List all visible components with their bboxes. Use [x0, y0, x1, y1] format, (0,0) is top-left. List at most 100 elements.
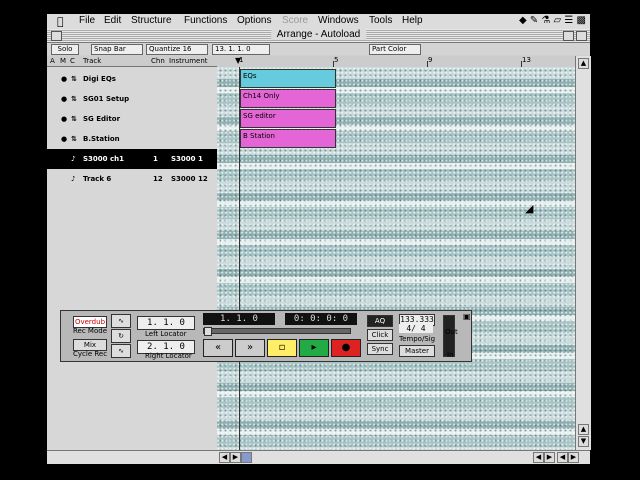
scroll-up-small-icon[interactable]: ▲ — [578, 424, 589, 435]
aq-button[interactable]: AQ — [367, 315, 393, 327]
midi-icon: ⇅ — [71, 75, 77, 83]
mute-dot-icon[interactable]: ● — [61, 135, 67, 143]
track-row[interactable]: ● ⇅ SG01 Setup — [47, 89, 217, 109]
track-instrument: S3000 1 — [171, 155, 203, 163]
scroll-left-icon[interactable]: ◀ — [219, 452, 230, 463]
apple-menu-icon[interactable]:  — [57, 15, 64, 28]
menu-score[interactable]: Score — [282, 15, 308, 26]
zoom-box-icon[interactable] — [563, 31, 574, 41]
fast-forward-button[interactable]: » — [235, 339, 265, 357]
tempo-sig-label: Tempo/Sig — [399, 335, 436, 343]
collapse-box-icon[interactable] — [576, 31, 587, 41]
quantize-select[interactable]: Quantize 16 — [146, 44, 208, 55]
menu-functions[interactable]: Functions — [184, 15, 227, 26]
menu-options[interactable]: Options — [237, 15, 271, 26]
arrange-area[interactable]: EQs Ch14 Only SG editor B Station — [217, 67, 575, 450]
track-name: Track 6 — [83, 175, 112, 183]
track-row-selected[interactable]: ♪ S3000 ch1 1 S3000 1 — [47, 149, 217, 169]
midi-icon: ⇅ — [71, 115, 77, 123]
track-list: ● ⇅ Digi EQs ● ⇅ SG01 Setup ● ⇅ SG Edito… — [47, 67, 218, 450]
close-box-icon[interactable] — [51, 31, 62, 41]
ruler-tick: 13 — [522, 56, 531, 64]
mute-dot-icon[interactable]: ● — [61, 115, 67, 123]
cycle-icon[interactable]: ↻ — [111, 329, 131, 343]
toolbar: Solo Snap Bar Quantize 16 13. 1. 1. 0 Pa… — [47, 43, 590, 55]
menubar-tool-icons[interactable]: ◆ ✎ ⚗ ▱ ☰ ▩ — [519, 15, 586, 26]
header-a: A — [50, 57, 55, 65]
master-button[interactable]: Master — [399, 345, 435, 357]
part-color-select[interactable]: Part Color — [369, 44, 421, 55]
header-chn: Chn — [151, 57, 165, 65]
scroll-right-icon[interactable]: ▶ — [230, 452, 241, 463]
menu-edit[interactable]: Edit — [104, 15, 121, 26]
part-eqs[interactable]: EQs — [240, 69, 336, 88]
track-row[interactable]: ● ⇅ B.Station — [47, 129, 217, 149]
track-name: Digi EQs — [83, 75, 116, 83]
track-row[interactable]: ♪ Track 6 12 S3000 12 — [47, 169, 217, 189]
vertical-scrollbar[interactable]: ▲ ▲ ▼ — [575, 56, 591, 450]
song-position-display[interactable]: 1. 1. 0 — [203, 313, 275, 325]
header-instrument: Instrument — [169, 57, 208, 65]
arrange-window: Arrange - Autoload Solo Snap Bar Quantiz… — [47, 29, 591, 464]
track-name: S3000 ch1 — [83, 155, 124, 163]
scroll-up-icon[interactable]: ▲ — [578, 58, 589, 69]
track-list-header: A M C Track Chn Instrument — [47, 56, 217, 67]
track-row[interactable]: ● ⇅ Digi EQs — [47, 69, 217, 89]
transport-zoom-icon[interactable]: ▣ — [463, 312, 471, 321]
position-display[interactable]: 13. 1. 1. 0 — [212, 44, 270, 55]
midi-icon: ⇅ — [71, 135, 77, 143]
ruler-tick: 9 — [428, 56, 433, 64]
mute-dot-icon[interactable]: ● — [61, 75, 67, 83]
mute-dot-icon[interactable]: ● — [61, 95, 67, 103]
header-c: C — [70, 57, 75, 65]
scroll-down-icon[interactable]: ▼ — [578, 436, 589, 447]
ruler-tick: 5 — [334, 56, 339, 64]
horizontal-scrollbar[interactable]: ◀ ▶ ◀ ▶ ◀ ▶ — [47, 450, 590, 464]
track-chn: 1 — [153, 155, 158, 163]
window-title: Arrange - Autoload — [270, 29, 367, 40]
part-sg-editor[interactable]: SG editor — [240, 109, 336, 128]
menu-help[interactable]: Help — [402, 15, 423, 26]
record-button[interactable]: ● — [331, 339, 361, 357]
track-row[interactable]: ● ⇅ SG Editor — [47, 109, 217, 129]
click-button[interactable]: Click — [367, 329, 393, 341]
note-icon: ♪ — [71, 175, 76, 183]
track-name: SG Editor — [83, 115, 121, 123]
scroll-right-end-icon[interactable]: ▶ — [544, 452, 555, 463]
note-icon: ♪ — [71, 155, 76, 163]
left-locator-marker-icon[interactable]: ▼ — [235, 56, 241, 65]
track-instrument: S3000 12 — [171, 175, 208, 183]
zoom-out-icon[interactable]: ◀ — [557, 452, 568, 463]
rewind-button[interactable]: « — [203, 339, 233, 357]
menu-file[interactable]: File — [79, 15, 95, 26]
punch-out-icon[interactable]: ∿ — [111, 344, 131, 358]
scroll-thumb[interactable] — [241, 452, 252, 463]
position-slider[interactable] — [203, 327, 351, 336]
menu-windows[interactable]: Windows — [318, 15, 359, 26]
title-bar[interactable]: Arrange - Autoload — [47, 29, 590, 43]
left-locator-field[interactable]: 1. 1. 0 — [137, 316, 195, 330]
header-track: Track — [83, 57, 102, 65]
play-button[interactable]: ▸ — [299, 339, 329, 357]
punch-in-icon[interactable]: ∿ — [111, 314, 131, 328]
menu-structure[interactable]: Structure — [131, 15, 172, 26]
menu-tools[interactable]: Tools — [369, 15, 392, 26]
sync-button[interactable]: Sync — [367, 343, 393, 355]
out-label: Out — [445, 328, 458, 336]
scroll-left-end-icon[interactable]: ◀ — [533, 452, 544, 463]
left-locator-label: Left Locator — [145, 330, 187, 338]
signature-display[interactable]: 4/ 4 — [399, 324, 433, 333]
midi-icon: ⇅ — [71, 95, 77, 103]
right-locator-label: Right Locator — [145, 352, 192, 360]
snap-select[interactable]: Snap Bar — [91, 44, 143, 55]
smpte-display[interactable]: 0: 0: 0: 0 — [285, 313, 357, 325]
solo-button[interactable]: Solo — [51, 44, 79, 55]
stop-button[interactable]: ▫ — [267, 339, 297, 357]
position-slider-thumb[interactable] — [204, 327, 212, 336]
mouse-pointer-icon: ◢ — [525, 202, 534, 215]
part-ch14-only[interactable]: Ch14 Only — [240, 89, 336, 108]
part-b-station[interactable]: B Station — [240, 129, 336, 148]
track-chn: 12 — [153, 175, 163, 183]
zoom-in-icon[interactable]: ▶ — [568, 452, 579, 463]
in-label: In — [447, 351, 454, 359]
